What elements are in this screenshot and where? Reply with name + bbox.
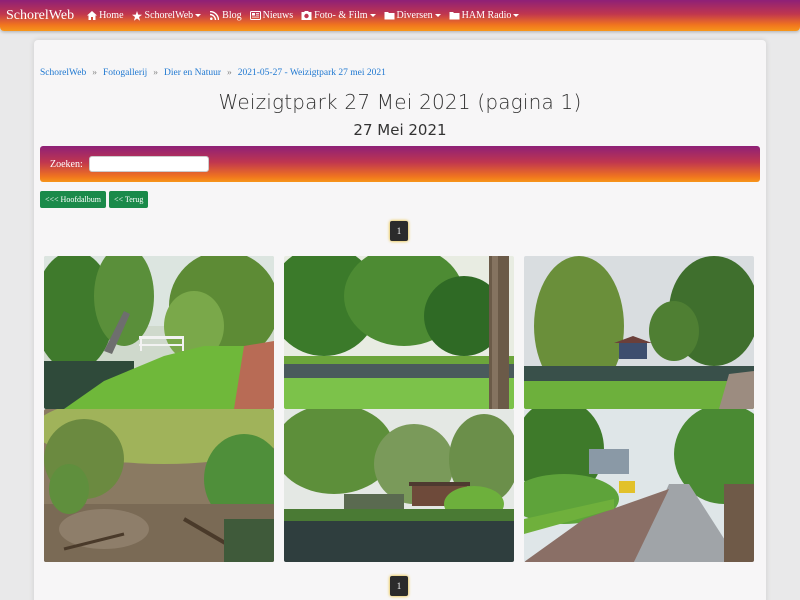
brand-logo[interactable]: SchorelWeb (6, 8, 74, 24)
park-photo-hut (284, 409, 514, 562)
nav-item-label: Nieuws (262, 10, 294, 21)
caret-down-icon (434, 14, 441, 17)
pagination-page-1-bottom[interactable]: 1 (390, 576, 408, 596)
nav-item-label: Home (99, 10, 124, 21)
nav-item-ham-radio[interactable]: HAM Radio (449, 10, 520, 21)
breadcrumb-separator: » (227, 68, 232, 78)
search-input[interactable] (88, 156, 209, 172)
photo-thumbnail[interactable] (284, 256, 514, 409)
folder-icon (384, 11, 395, 21)
nav-item-diversen[interactable]: Diversen (384, 10, 441, 21)
caret-down-icon (195, 14, 202, 17)
nav-item-foto-film[interactable]: Foto- & Film (301, 10, 376, 21)
park-photo-path (524, 409, 754, 562)
nav-item-home[interactable]: Home (86, 10, 124, 21)
park-photo-bridge (44, 256, 274, 409)
search-bar: Zoeken: (40, 146, 760, 182)
search-label: Zoeken: (50, 158, 83, 170)
camera-icon (301, 11, 312, 21)
main-album-button[interactable]: <<< Hoofdalbum (40, 191, 106, 208)
breadcrumb-separator: » (153, 68, 159, 78)
nav-item-blog[interactable]: Blog (209, 10, 242, 21)
breadcrumb: SchorelWeb » Fotogallerij » Dier en Natu… (40, 68, 386, 78)
nav-item-label: Foto- & Film (314, 10, 368, 21)
photo-thumbnail[interactable] (524, 256, 754, 409)
photo-thumbnail[interactable] (284, 409, 514, 562)
back-button[interactable]: << Terug (108, 191, 149, 208)
newspaper-icon (249, 11, 261, 21)
rss-icon (209, 11, 220, 21)
album-nav-buttons: <<< Hoofdalbum << Terug (40, 191, 151, 208)
caret-down-icon (369, 14, 376, 17)
nav-item-label: SchorelWeb (144, 10, 194, 21)
nav-item-schorelweb[interactable]: SchorelWeb (132, 10, 202, 21)
breadcrumb-link-dier-natuur[interactable]: Dier en Natuur (164, 68, 221, 78)
content-card: SchorelWeb » Fotogallerij » Dier en Natu… (34, 40, 766, 600)
page-title: Weizigtpark 27 Mei 2021 (pagina 1) (218, 90, 582, 114)
nav-item-label: Blog (222, 10, 242, 21)
breadcrumb-separator: » (92, 68, 97, 78)
park-photo-forest-floor (44, 409, 274, 562)
park-photo-pond (284, 256, 514, 409)
top-navbar: SchorelWeb Home SchorelWeb Blog Nieuws F… (0, 0, 800, 31)
photo-thumbnail[interactable] (524, 409, 754, 562)
photo-thumbnail[interactable] (44, 256, 274, 409)
home-icon (86, 11, 97, 21)
page-subtitle: 27 Mei 2021 (353, 121, 447, 139)
breadcrumb-link-home[interactable]: SchorelWeb (40, 68, 86, 78)
folder-icon (449, 11, 460, 21)
star-icon (132, 10, 143, 21)
nav-item-nieuws[interactable]: Nieuws (249, 10, 294, 21)
nav-item-label: Diversen (396, 10, 433, 21)
park-photo-pagoda (524, 256, 754, 409)
nav-item-label: HAM Radio (461, 10, 512, 21)
pagination-page-1-top[interactable]: 1 (390, 221, 408, 241)
photo-thumbnail[interactable] (44, 409, 274, 562)
breadcrumb-link-album[interactable]: 2021-05-27 - Weizigtpark 27 mei 2021 (238, 68, 386, 78)
caret-down-icon (513, 14, 520, 17)
breadcrumb-link-fotogallerij[interactable]: Fotogallerij (103, 68, 147, 78)
